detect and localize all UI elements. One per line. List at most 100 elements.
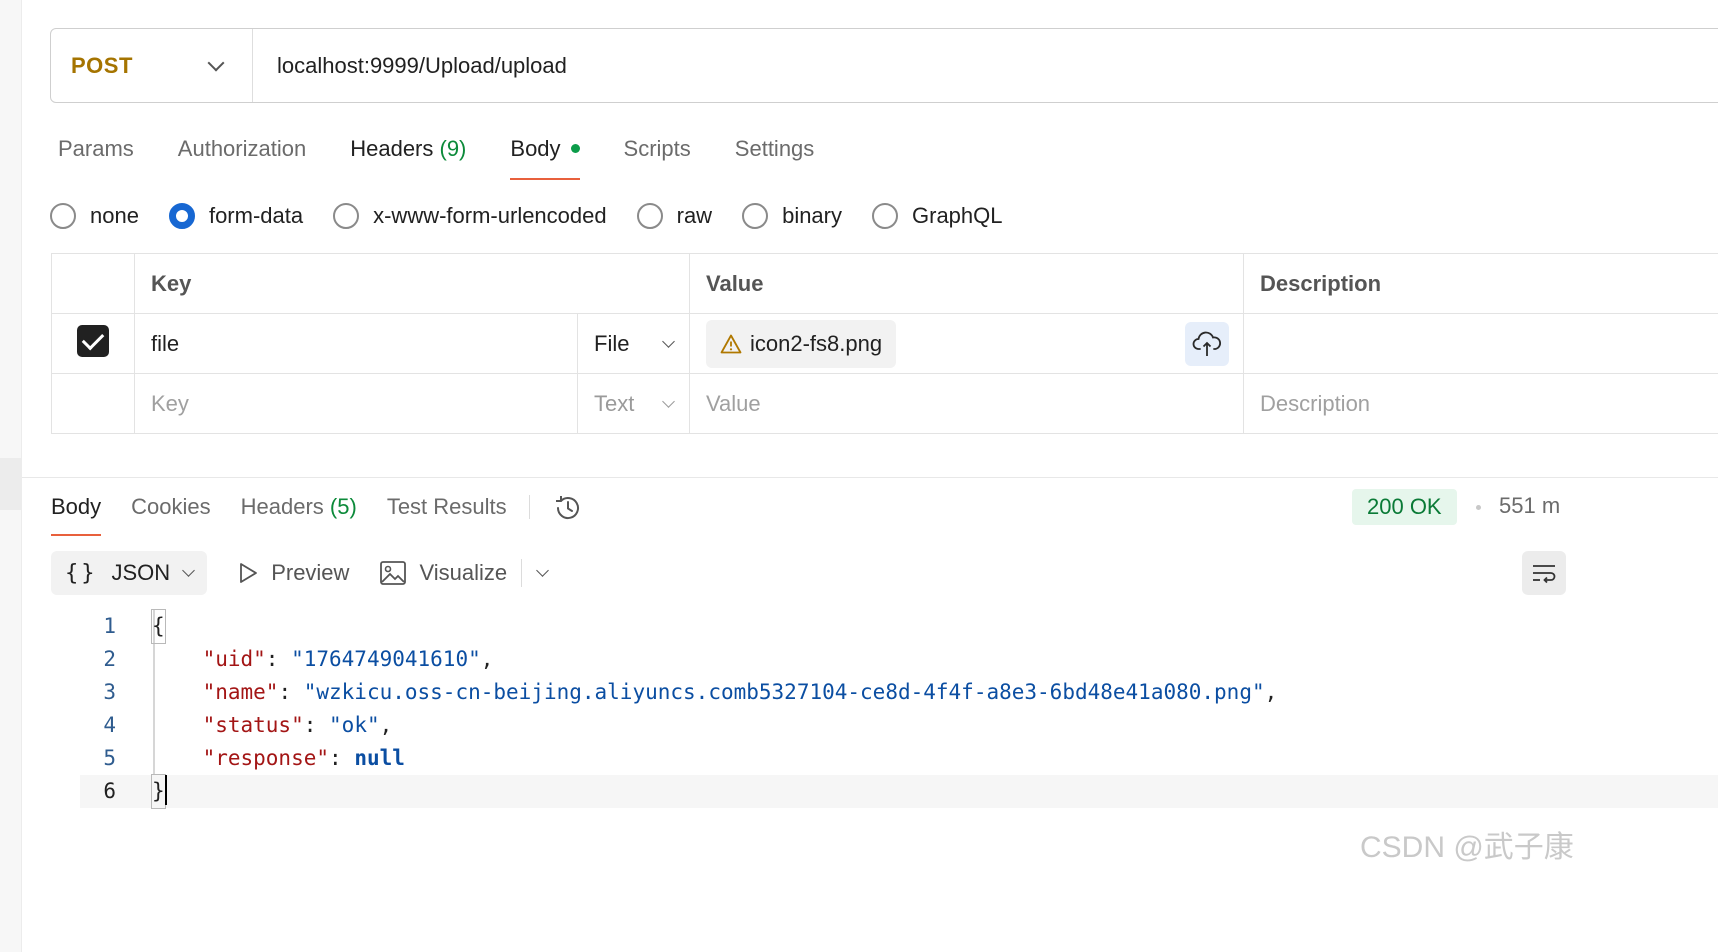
radio-label: x-www-form-urlencoded: [373, 203, 607, 228]
tab-test-results[interactable]: Test Results: [387, 490, 507, 536]
table-row-placeholder: Key Text Value Description: [51, 373, 1718, 434]
tab-label: Params: [58, 136, 134, 161]
colon: :: [303, 713, 330, 737]
method-select[interactable]: POST: [51, 29, 253, 102]
radio-button[interactable]: [168, 203, 195, 229]
line-number: 2: [103, 647, 116, 671]
header-value: Value: [689, 253, 1244, 314]
radio-label: binary: [782, 203, 842, 228]
code-line: 4 "status": "ok",: [80, 709, 1718, 742]
tab-label: Cookies: [131, 494, 211, 519]
type-select[interactable]: Text: [594, 390, 675, 417]
request-url-bar: POST localhost:9999/Upload/upload: [50, 28, 1718, 103]
type-label: Text: [594, 390, 635, 416]
description-cell[interactable]: [1243, 313, 1718, 374]
radio-form-data[interactable]: form-data: [168, 203, 303, 229]
tab-authorization[interactable]: Authorization: [178, 132, 306, 180]
code-line: 3 "name": "wzkicu.oss-cn-beijing.aliyunc…: [80, 676, 1718, 709]
json-value: "wzkicu.oss-cn-beijing.aliyuncs.comb5327…: [303, 680, 1265, 704]
wrap-text-icon: [1533, 565, 1556, 584]
tab-response-body[interactable]: Body: [51, 490, 102, 536]
radio-graphql[interactable]: GraphQL: [872, 203, 1003, 229]
tab-scripts[interactable]: Scripts: [624, 132, 691, 180]
table-row: file File icon2-fs8.png: [51, 313, 1718, 374]
radio-label: GraphQL: [912, 203, 1003, 228]
colon: :: [329, 746, 355, 770]
form-data-table: Key Value Description file File icon2-fs…: [51, 253, 1718, 434]
upload-button[interactable]: [1185, 322, 1229, 366]
response-time[interactable]: 551 m: [1499, 493, 1560, 519]
radio-button[interactable]: [636, 203, 663, 229]
chevron-down-icon[interactable]: [536, 564, 549, 577]
tab-settings[interactable]: Settings: [735, 132, 815, 180]
format-label: JSON: [111, 560, 171, 585]
watermark: CSDN @武子康: [1360, 831, 1574, 864]
row-checkbox[interactable]: [77, 324, 109, 357]
close-brace: }: [151, 774, 166, 809]
key-cell[interactable]: file: [134, 313, 578, 374]
tab-params[interactable]: Params: [58, 132, 134, 180]
description-placeholder[interactable]: Description: [1243, 373, 1718, 434]
preview-button[interactable]: Preview: [237, 560, 349, 586]
url-input[interactable]: localhost:9999/Upload/upload: [253, 53, 567, 79]
format-bar: {} JSON Preview Visualize: [51, 551, 549, 595]
history-icon[interactable]: [552, 492, 584, 524]
table-header-row: Key Value Description: [51, 253, 1718, 314]
file-chip[interactable]: icon2-fs8.png: [706, 319, 897, 368]
braces-icon: {}: [65, 560, 98, 586]
type-cell[interactable]: Text: [577, 373, 690, 434]
tab-separator: [528, 495, 530, 519]
visualize-label: Visualize: [419, 560, 508, 585]
wrap-lines-button[interactable]: [1522, 551, 1566, 595]
json-key: "name": [202, 680, 279, 704]
value-placeholder[interactable]: Value: [689, 373, 1244, 434]
body-modified-dot: [570, 143, 580, 153]
status-badge[interactable]: 200 OK: [1352, 489, 1457, 525]
radio-button[interactable]: [333, 203, 360, 229]
tab-label: Scripts: [623, 136, 691, 161]
visualize-button[interactable]: Visualize: [379, 560, 507, 586]
radio-x-www-form-urlencoded[interactable]: x-www-form-urlencoded: [333, 203, 607, 229]
response-code-viewer[interactable]: 1{ 2 "uid": "1764749041610", 3 "name": "…: [80, 609, 1718, 809]
chevron-down-icon: [662, 394, 675, 408]
colon: :: [278, 680, 304, 704]
tab-headers[interactable]: Headers (9): [350, 132, 466, 180]
comma: ,: [480, 647, 494, 671]
radio-label: none: [90, 203, 139, 228]
line-number: 3: [103, 680, 116, 704]
comma: ,: [379, 713, 393, 737]
radio-button[interactable]: [872, 203, 898, 229]
json-value: "ok": [329, 713, 380, 737]
json-key: "response": [202, 746, 330, 770]
radio-raw[interactable]: raw: [636, 203, 712, 229]
headers-count: (5): [329, 494, 357, 519]
radio-button[interactable]: [50, 203, 76, 229]
colon: :: [265, 647, 292, 671]
key-placeholder[interactable]: Key: [134, 373, 578, 434]
radio-button[interactable]: [742, 203, 769, 229]
radio-none[interactable]: none: [50, 203, 139, 229]
line-number: 5: [103, 746, 116, 770]
line-number: 4: [103, 713, 116, 737]
line-number: 1: [103, 614, 116, 638]
cloud-upload-icon: [1192, 331, 1222, 356]
chevron-down-icon: [207, 54, 225, 71]
radio-binary[interactable]: binary: [742, 203, 842, 229]
type-select[interactable]: File: [594, 331, 675, 357]
tab-response-headers[interactable]: Headers (5): [241, 490, 357, 536]
row-check-cell: [51, 313, 135, 374]
json-value: null: [354, 746, 405, 770]
value-cell[interactable]: icon2-fs8.png: [689, 313, 1244, 374]
pane-divider[interactable]: [22, 477, 1718, 478]
header-key: Key: [134, 253, 690, 314]
preview-label: Preview: [271, 560, 350, 585]
format-select[interactable]: {} JSON: [51, 551, 208, 595]
type-cell[interactable]: File: [577, 313, 690, 374]
tab-label: Authorization: [177, 136, 307, 161]
header-check-cell: [51, 253, 135, 314]
format-separator: [521, 559, 523, 587]
tab-body[interactable]: Body: [510, 132, 580, 180]
row-check-cell: [51, 373, 135, 434]
tab-response-cookies[interactable]: Cookies: [131, 490, 210, 536]
